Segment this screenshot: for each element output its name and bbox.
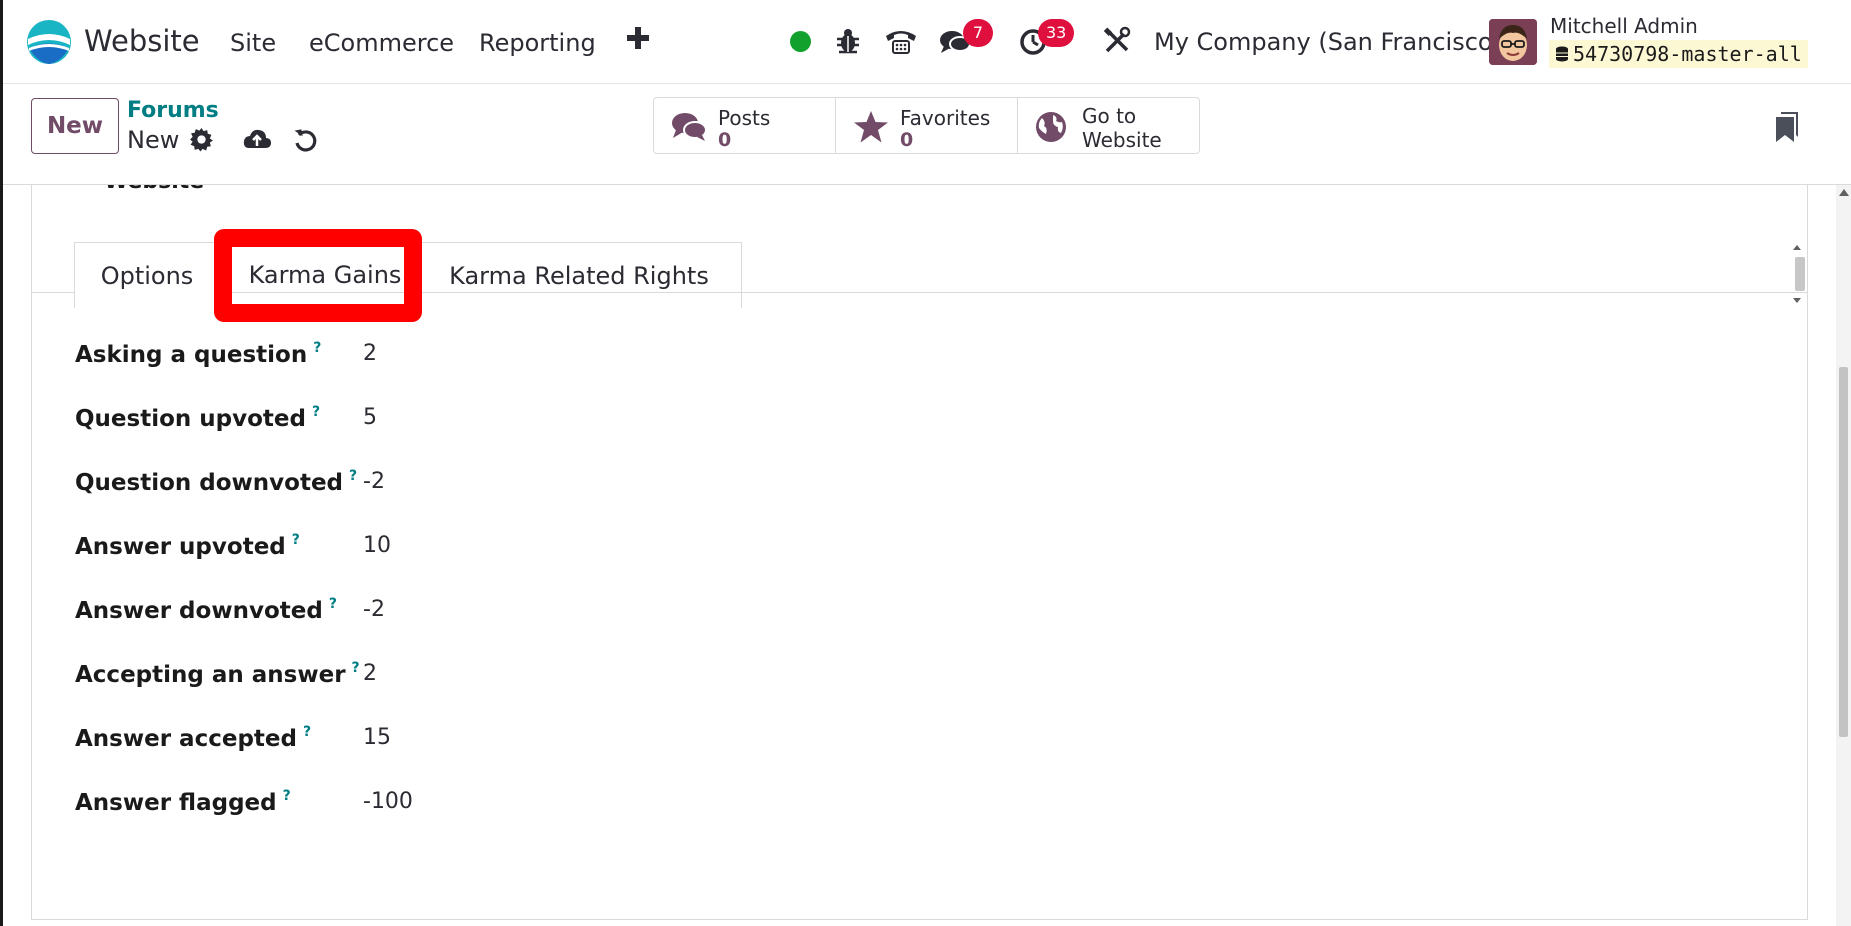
breadcrumb[interactable]: Forums [127, 98, 219, 123]
cloud-upload-icon[interactable] [242, 126, 272, 154]
field-row: Answer downvoted? -2 [75, 596, 1075, 626]
favorites-label: Favorites [900, 106, 991, 130]
field-label-wrap: Question upvoted? [75, 404, 320, 432]
activities-badge: 33 [1038, 19, 1075, 47]
field-label: Answer downvoted [75, 598, 323, 624]
tabs-scrollbar-thumb[interactable] [1795, 257, 1805, 291]
tabs-scrollbar[interactable] [1791, 243, 1805, 306]
field-label: Answer upvoted [75, 534, 286, 560]
menu-reporting[interactable]: Reporting [479, 29, 596, 57]
phone-icon[interactable] [884, 26, 918, 56]
page-scroll-up-arrow-icon[interactable] [1839, 189, 1849, 196]
menu-ecommerce[interactable]: eCommerce [309, 29, 454, 57]
online-status-icon[interactable] [790, 31, 811, 52]
field-label: Question upvoted [75, 406, 306, 432]
go-to-website-button[interactable]: Go to Website [1017, 97, 1200, 154]
tab-highlight-annotation [214, 229, 422, 322]
field-value-input[interactable]: -2 [363, 597, 385, 622]
field-label: Asking a question [75, 342, 308, 368]
field-row: Answer upvoted? 10 [75, 532, 1075, 562]
website-text: Website [1082, 128, 1162, 152]
field-value-input[interactable]: 10 [363, 533, 391, 558]
field-label-wrap: Answer flagged? [75, 788, 291, 816]
globe-icon [1036, 112, 1066, 142]
help-tooltip-icon[interactable]: ? [303, 724, 311, 740]
gear-icon[interactable] [189, 127, 214, 152]
field-row: Asking a question? 2 [75, 340, 1075, 370]
field-value-input[interactable]: 15 [363, 725, 391, 750]
database-chip: 54730798-master-all [1549, 40, 1808, 68]
field-label-wrap: Question downvoted? [75, 468, 357, 496]
field-value-input[interactable]: 2 [363, 341, 377, 366]
field-label-wrap: Answer downvoted? [75, 596, 337, 624]
posts-stat-button[interactable]: Posts 0 [653, 97, 836, 154]
top-navbar: Website Site eCommerce Reporting 7 33 My… [0, 0, 1851, 84]
window-edge [0, 0, 3, 926]
user-name[interactable]: Mitchell Admin [1550, 14, 1698, 38]
tools-icon[interactable] [1102, 26, 1132, 56]
tab-options[interactable]: Options [74, 242, 220, 308]
page-scrollbar[interactable] [1836, 185, 1851, 926]
undo-icon[interactable] [292, 127, 320, 155]
help-tooltip-icon[interactable]: ? [312, 404, 320, 420]
posts-count: 0 [718, 129, 732, 151]
field-value-input[interactable]: -2 [363, 469, 385, 494]
website-logo-icon[interactable] [26, 19, 72, 65]
help-tooltip-icon[interactable]: ? [349, 468, 357, 484]
go-to-text: Go to [1082, 104, 1137, 128]
website-field-label: Website [104, 185, 204, 194]
posts-label: Posts [718, 106, 771, 130]
scroll-up-arrow-icon[interactable] [1793, 245, 1801, 250]
favorites-stat-button[interactable]: Favorites 0 [835, 97, 1018, 154]
field-label-wrap: Answer accepted? [75, 724, 311, 752]
field-value-input[interactable]: -100 [363, 789, 413, 814]
tab-karma-related-rights[interactable]: Karma Related Rights [417, 242, 742, 308]
bookmark-icon[interactable] [1774, 111, 1800, 143]
comments-icon [672, 113, 707, 141]
field-row: Answer accepted? 15 [75, 724, 1075, 754]
menu-site[interactable]: Site [230, 29, 276, 57]
star-icon [854, 111, 888, 143]
field-label: Answer flagged [75, 790, 277, 816]
database-name: 54730798-master-all [1573, 42, 1802, 66]
field-label-wrap: Asking a question? [75, 340, 321, 368]
field-row: Question downvoted? -2 [75, 468, 1075, 498]
field-label: Accepting an answer [75, 662, 346, 688]
help-tooltip-icon[interactable]: ? [283, 788, 291, 804]
field-row: Accepting an answer? 2 [75, 660, 1075, 690]
field-label-wrap: Accepting an answer? [75, 660, 360, 688]
new-button[interactable]: New [31, 98, 119, 154]
scroll-down-arrow-icon[interactable] [1793, 298, 1801, 303]
plus-icon[interactable] [624, 24, 652, 52]
user-avatar-icon [1489, 19, 1537, 65]
database-icon [1556, 46, 1568, 62]
field-label: Answer accepted [75, 726, 297, 752]
help-tooltip-icon[interactable]: ? [313, 340, 321, 356]
field-row: Answer flagged? -100 [75, 788, 1075, 818]
app-name[interactable]: Website [84, 24, 200, 58]
messages-badge: 7 [963, 19, 993, 47]
field-row: Question upvoted? 5 [75, 404, 1075, 434]
field-label-wrap: Answer upvoted? [75, 532, 300, 560]
favorites-count: 0 [900, 129, 914, 151]
avatar[interactable] [1489, 19, 1537, 65]
help-tooltip-icon[interactable]: ? [352, 660, 360, 676]
help-tooltip-icon[interactable]: ? [329, 596, 337, 612]
go-to-label: Go to Website [1082, 104, 1162, 152]
record-name: New [127, 126, 180, 154]
company-switcher[interactable]: My Company (San Francisco) [1154, 28, 1502, 56]
help-tooltip-icon[interactable]: ? [292, 532, 300, 548]
field-value-input[interactable]: 5 [363, 405, 377, 430]
field-label: Question downvoted [75, 470, 344, 496]
bug-icon[interactable] [833, 26, 863, 56]
page-scrollbar-thumb[interactable] [1839, 367, 1848, 737]
field-value-input[interactable]: 2 [363, 661, 377, 686]
